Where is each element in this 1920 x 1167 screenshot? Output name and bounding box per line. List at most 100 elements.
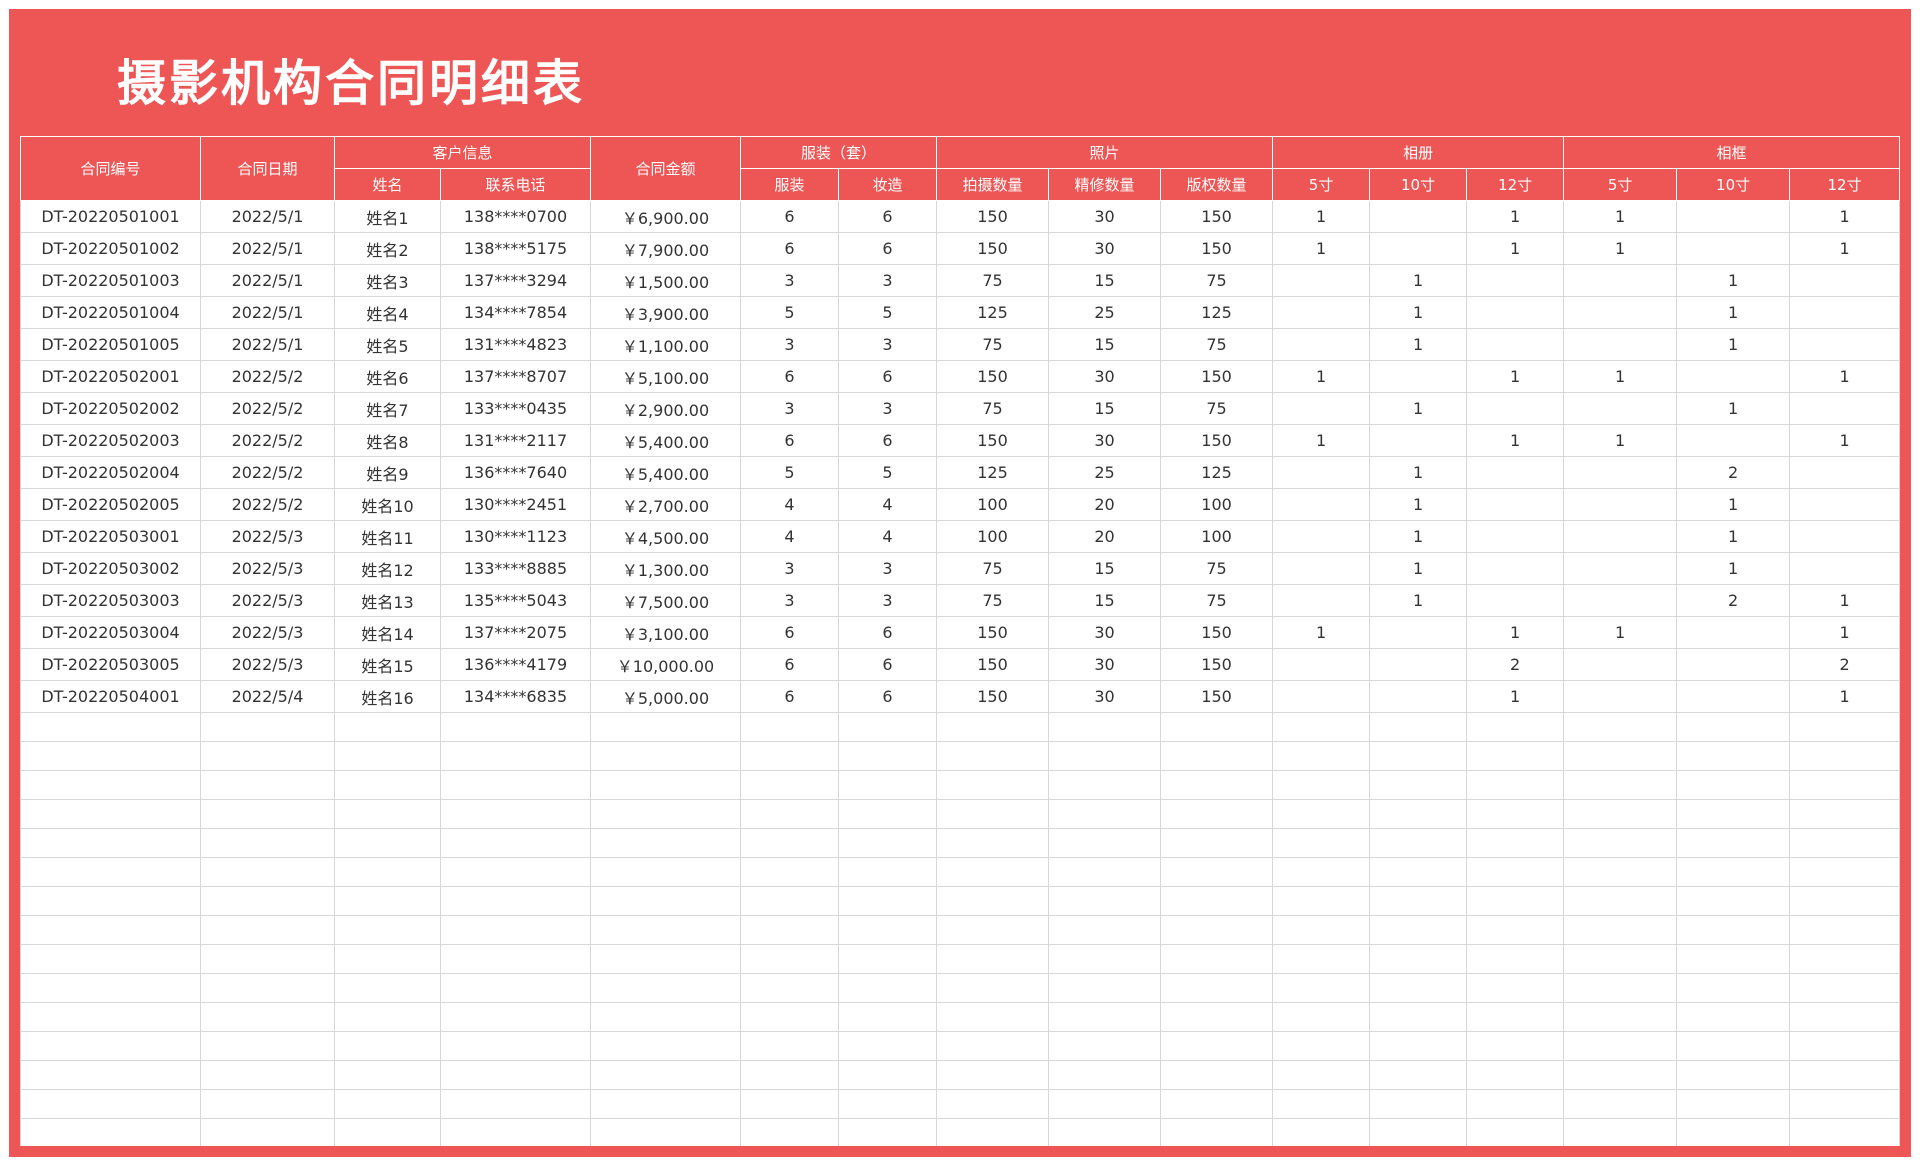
empty-cell[interactable] [1466,828,1565,858]
cell-contract-no[interactable]: DT-20220501005 [20,328,201,361]
empty-cell[interactable] [439,915,592,945]
cell-album-5[interactable] [1272,648,1371,681]
cell-retouch-qty[interactable]: 30 [1048,616,1162,649]
cell-album-12[interactable] [1466,520,1565,553]
empty-cell[interactable] [590,973,742,1003]
cell-shoot-qty[interactable]: 150 [936,360,1050,393]
header-name[interactable]: 姓名 [334,168,441,201]
empty-cell[interactable] [1789,712,1900,742]
cell-costume[interactable]: 5 [740,296,840,329]
empty-cell[interactable] [20,741,201,771]
cell-frame-12[interactable]: 2 [1789,648,1900,681]
empty-cell[interactable] [838,1118,938,1146]
cell-amount[interactable]: ￥10,000.00 [590,648,742,681]
empty-cell[interactable] [936,915,1050,945]
empty-cell[interactable] [1466,1118,1565,1146]
cell-frame-5[interactable] [1563,520,1678,553]
header-makeup[interactable]: 妆造 [838,168,938,201]
cell-costume[interactable]: 3 [740,392,840,425]
cell-frame-5[interactable] [1563,552,1678,585]
cell-contract-date[interactable]: 2022/5/3 [200,648,335,681]
cell-album-5[interactable] [1272,552,1371,585]
header-amount[interactable]: 合同金额 [590,136,742,201]
cell-amount[interactable]: ￥3,900.00 [590,296,742,329]
cell-frame-5[interactable] [1563,488,1678,521]
cell-album-10[interactable]: 1 [1369,328,1468,361]
empty-cell[interactable] [1160,915,1274,945]
cell-retouch-qty[interactable]: 15 [1048,552,1162,585]
empty-cell[interactable] [1160,857,1274,887]
empty-cell[interactable] [936,944,1050,974]
cell-costume[interactable]: 6 [740,648,840,681]
empty-cell[interactable] [334,741,441,771]
cell-album-5[interactable] [1272,328,1371,361]
header-photo-group[interactable]: 照片 [936,136,1274,169]
empty-cell[interactable] [590,828,742,858]
cell-phone[interactable]: 136****7640 [439,456,592,489]
header-phone[interactable]: 联系电话 [439,168,592,201]
empty-cell[interactable] [334,886,441,916]
empty-cell[interactable] [1466,1031,1565,1061]
table-row[interactable]: DT-20220503004 2022/5/3 姓名14 137****2075 ￥3,… [20,616,1900,649]
table-row[interactable]: DT-20220502004 2022/5/2 姓名9 136****7640 ￥5,4… [20,456,1900,489]
empty-cell[interactable] [439,1002,592,1032]
empty-cell[interactable] [1466,1060,1565,1090]
empty-cell[interactable] [1466,944,1565,974]
cell-makeup[interactable]: 4 [838,488,938,521]
empty-cell[interactable] [838,944,938,974]
cell-frame-5[interactable] [1563,648,1678,681]
empty-cell[interactable] [334,1118,441,1146]
empty-cell[interactable] [1563,828,1678,858]
empty-cell[interactable] [1048,944,1162,974]
cell-album-10[interactable]: 1 [1369,488,1468,521]
empty-cell[interactable] [1272,712,1371,742]
cell-phone[interactable]: 133****8885 [439,552,592,585]
cell-album-12[interactable] [1466,392,1565,425]
empty-cell[interactable] [1272,770,1371,800]
cell-album-12[interactable] [1466,264,1565,297]
table-row[interactable]: DT-20220502001 2022/5/2 姓名6 137****8707 ￥5,1… [20,360,1900,393]
cell-retouch-qty[interactable]: 15 [1048,264,1162,297]
cell-makeup[interactable]: 3 [838,392,938,425]
empty-cell[interactable] [1789,828,1900,858]
cell-frame-10[interactable]: 1 [1676,488,1791,521]
cell-frame-10[interactable] [1676,200,1791,233]
empty-cell[interactable] [20,712,201,742]
empty-cell[interactable] [1676,944,1791,974]
cell-costume[interactable]: 3 [740,584,840,617]
empty-cell[interactable] [838,741,938,771]
empty-cell[interactable] [1369,886,1468,916]
empty-cell[interactable] [334,1002,441,1032]
empty-cell[interactable] [1789,1118,1900,1146]
cell-amount[interactable]: ￥1,500.00 [590,264,742,297]
cell-retouch-qty[interactable]: 30 [1048,680,1162,713]
header-frame-10[interactable]: 10寸 [1676,168,1791,201]
empty-cell[interactable] [20,857,201,887]
empty-row[interactable] [20,799,1900,829]
cell-frame-5[interactable] [1563,680,1678,713]
cell-album-12[interactable] [1466,552,1565,585]
empty-row[interactable] [20,1031,1900,1061]
empty-cell[interactable] [1563,915,1678,945]
cell-contract-date[interactable]: 2022/5/2 [200,360,335,393]
empty-cell[interactable] [838,886,938,916]
cell-costume[interactable]: 3 [740,328,840,361]
table-row[interactable]: DT-20220503002 2022/5/3 姓名12 133****8885 ￥1,… [20,552,1900,585]
cell-shoot-qty[interactable]: 150 [936,680,1050,713]
cell-retouch-qty[interactable]: 30 [1048,424,1162,457]
cell-frame-12[interactable]: 1 [1789,616,1900,649]
empty-cell[interactable] [936,741,1050,771]
cell-makeup[interactable]: 3 [838,328,938,361]
cell-customer-name[interactable]: 姓名4 [334,296,441,329]
empty-cell[interactable] [1160,973,1274,1003]
empty-cell[interactable] [1272,741,1371,771]
cell-retouch-qty[interactable]: 15 [1048,584,1162,617]
empty-cell[interactable] [1272,1060,1371,1090]
empty-cell[interactable] [1676,1002,1791,1032]
empty-cell[interactable] [936,1118,1050,1146]
cell-album-12[interactable]: 1 [1466,680,1565,713]
empty-cell[interactable] [1466,886,1565,916]
empty-cell[interactable] [838,770,938,800]
cell-album-12[interactable] [1466,488,1565,521]
cell-costume[interactable]: 3 [740,264,840,297]
